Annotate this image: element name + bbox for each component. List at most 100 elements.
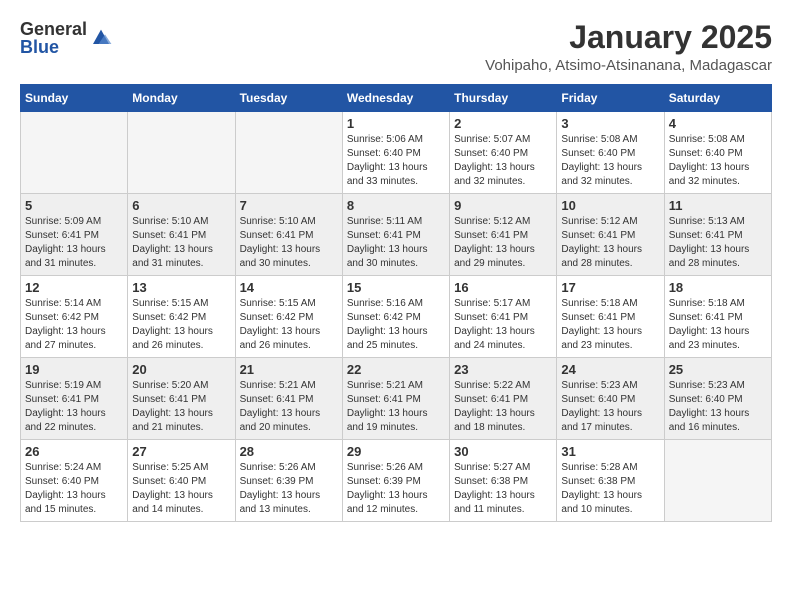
day-info: Sunrise: 5:07 AM Sunset: 6:40 PM Dayligh…: [454, 133, 552, 189]
calendar-cell: 17 Sunrise: 5:18 AM Sunset: 6:41 PM Dayli…: [557, 276, 664, 358]
calendar-cell: 15Sunrise: 5:16 AM Sunset: 6:42 PM Dayli…: [342, 276, 449, 358]
day-number: 3: [561, 116, 659, 131]
day-number: 13: [132, 280, 230, 295]
calendar-cell: 25 Sunrise: 5:23 AM Sunset: 6:40 PM Dayli…: [664, 358, 771, 440]
day-info: Sunrise: 5:08 AM Sunset: 6:40 PM Dayligh…: [561, 133, 659, 189]
day-number: 31: [561, 444, 659, 459]
day-number: 1: [347, 116, 445, 131]
day-info: Sunrise: 5:26 AM Sunset: 6:39 PM Dayligh…: [347, 461, 445, 517]
day-number: 9: [454, 198, 552, 213]
month-title: January 2025: [485, 20, 772, 55]
weekday-header-tuesday: Tuesday: [235, 85, 342, 112]
calendar-cell: 1 Sunrise: 5:06 AM Sunset: 6:40 PM Daylig…: [342, 112, 449, 194]
day-number: 24: [561, 362, 659, 377]
calendar-table: SundayMondayTuesdayWednesdayThursdayFrid…: [20, 84, 772, 522]
calendar-week-row: 1 Sunrise: 5:06 AM Sunset: 6:40 PM Daylig…: [21, 112, 772, 194]
weekday-header-thursday: Thursday: [450, 85, 557, 112]
day-info: Sunrise: 5:21 AM Sunset: 6:41 PM Dayligh…: [347, 379, 445, 435]
calendar-week-row: 12Sunrise: 5:14 AM Sunset: 6:42 PM Dayli…: [21, 276, 772, 358]
day-info: Sunrise: 5:11 AM Sunset: 6:41 PM Dayligh…: [347, 215, 445, 271]
calendar-cell: [235, 112, 342, 194]
calendar-cell: 10Sunrise: 5:12 AM Sunset: 6:41 PM Dayli…: [557, 194, 664, 276]
day-number: 14: [240, 280, 338, 295]
day-number: 22: [347, 362, 445, 377]
day-number: 2: [454, 116, 552, 131]
day-number: 17: [561, 280, 659, 295]
calendar-cell: 2 Sunrise: 5:07 AM Sunset: 6:40 PM Daylig…: [450, 112, 557, 194]
day-info: Sunrise: 5:12 AM Sunset: 6:41 PM Dayligh…: [454, 215, 552, 271]
day-info: Sunrise: 5:06 AM Sunset: 6:40 PM Dayligh…: [347, 133, 445, 189]
day-info: Sunrise: 5:23 AM Sunset: 6:40 PM Dayligh…: [669, 379, 767, 435]
day-info: Sunrise: 5:15 AM Sunset: 6:42 PM Dayligh…: [240, 297, 338, 353]
calendar-cell: 24 Sunrise: 5:23 AM Sunset: 6:40 PM Dayli…: [557, 358, 664, 440]
day-number: 16: [454, 280, 552, 295]
title-block: January 2025 Vohipaho, Atsimo-Atsinanana…: [485, 20, 772, 74]
logo-blue: Blue: [20, 38, 87, 56]
calendar-cell: 23Sunrise: 5:22 AM Sunset: 6:41 PM Dayli…: [450, 358, 557, 440]
calendar-cell: [128, 112, 235, 194]
day-number: 18: [669, 280, 767, 295]
calendar-cell: 28 Sunrise: 5:26 AM Sunset: 6:39 PM Dayli…: [235, 440, 342, 522]
weekday-header-sunday: Sunday: [21, 85, 128, 112]
weekday-header-saturday: Saturday: [664, 85, 771, 112]
day-info: Sunrise: 5:14 AM Sunset: 6:42 PM Dayligh…: [25, 297, 123, 353]
day-info: Sunrise: 5:25 AM Sunset: 6:40 PM Dayligh…: [132, 461, 230, 517]
day-number: 10: [561, 198, 659, 213]
day-info: Sunrise: 5:23 AM Sunset: 6:40 PM Dayligh…: [561, 379, 659, 435]
day-info: Sunrise: 5:27 AM Sunset: 6:38 PM Dayligh…: [454, 461, 552, 517]
location-subtitle: Vohipaho, Atsimo-Atsinanana, Madagascar: [485, 57, 772, 74]
calendar-cell: 3 Sunrise: 5:08 AM Sunset: 6:40 PM Daylig…: [557, 112, 664, 194]
calendar-cell: 29Sunrise: 5:26 AM Sunset: 6:39 PM Dayli…: [342, 440, 449, 522]
weekday-header-monday: Monday: [128, 85, 235, 112]
logo-icon: [89, 28, 113, 48]
day-info: Sunrise: 5:16 AM Sunset: 6:42 PM Dayligh…: [347, 297, 445, 353]
calendar-cell: 19 Sunrise: 5:19 AM Sunset: 6:41 PM Dayli…: [21, 358, 128, 440]
calendar-cell: [664, 440, 771, 522]
calendar-cell: 30Sunrise: 5:27 AM Sunset: 6:38 PM Dayli…: [450, 440, 557, 522]
day-number: 21: [240, 362, 338, 377]
day-info: Sunrise: 5:26 AM Sunset: 6:39 PM Dayligh…: [240, 461, 338, 517]
calendar-cell: 13 Sunrise: 5:15 AM Sunset: 6:42 PM Dayli…: [128, 276, 235, 358]
calendar-cell: 11Sunrise: 5:13 AM Sunset: 6:41 PM Dayli…: [664, 194, 771, 276]
day-number: 5: [25, 198, 123, 213]
page-header: General Blue January 2025 Vohipaho, Atsi…: [20, 20, 772, 74]
weekday-header-wednesday: Wednesday: [342, 85, 449, 112]
calendar-cell: 21Sunrise: 5:21 AM Sunset: 6:41 PM Dayli…: [235, 358, 342, 440]
logo: General Blue: [20, 20, 113, 56]
calendar-cell: 12Sunrise: 5:14 AM Sunset: 6:42 PM Dayli…: [21, 276, 128, 358]
calendar-cell: 7 Sunrise: 5:10 AM Sunset: 6:41 PM Daylig…: [235, 194, 342, 276]
day-info: Sunrise: 5:19 AM Sunset: 6:41 PM Dayligh…: [25, 379, 123, 435]
calendar-cell: 31 Sunrise: 5:28 AM Sunset: 6:38 PM Dayli…: [557, 440, 664, 522]
calendar-week-row: 19 Sunrise: 5:19 AM Sunset: 6:41 PM Dayli…: [21, 358, 772, 440]
day-number: 20: [132, 362, 230, 377]
day-number: 11: [669, 198, 767, 213]
day-number: 27: [132, 444, 230, 459]
day-info: Sunrise: 5:18 AM Sunset: 6:41 PM Dayligh…: [561, 297, 659, 353]
day-info: Sunrise: 5:18 AM Sunset: 6:41 PM Dayligh…: [669, 297, 767, 353]
calendar-cell: 18 Sunrise: 5:18 AM Sunset: 6:41 PM Dayli…: [664, 276, 771, 358]
day-info: Sunrise: 5:24 AM Sunset: 6:40 PM Dayligh…: [25, 461, 123, 517]
day-info: Sunrise: 5:10 AM Sunset: 6:41 PM Dayligh…: [132, 215, 230, 271]
day-number: 26: [25, 444, 123, 459]
day-info: Sunrise: 5:15 AM Sunset: 6:42 PM Dayligh…: [132, 297, 230, 353]
calendar-cell: 22 Sunrise: 5:21 AM Sunset: 6:41 PM Dayli…: [342, 358, 449, 440]
day-info: Sunrise: 5:09 AM Sunset: 6:41 PM Dayligh…: [25, 215, 123, 271]
day-number: 19: [25, 362, 123, 377]
day-number: 28: [240, 444, 338, 459]
calendar-week-row: 26 Sunrise: 5:24 AM Sunset: 6:40 PM Dayli…: [21, 440, 772, 522]
calendar-cell: 8Sunrise: 5:11 AM Sunset: 6:41 PM Daylig…: [342, 194, 449, 276]
calendar-cell: 27 Sunrise: 5:25 AM Sunset: 6:40 PM Dayli…: [128, 440, 235, 522]
logo-general: General: [20, 20, 87, 38]
day-info: Sunrise: 5:20 AM Sunset: 6:41 PM Dayligh…: [132, 379, 230, 435]
weekday-header-row: SundayMondayTuesdayWednesdayThursdayFrid…: [21, 85, 772, 112]
day-number: 4: [669, 116, 767, 131]
calendar-cell: 14 Sunrise: 5:15 AM Sunset: 6:42 PM Dayli…: [235, 276, 342, 358]
calendar-cell: 20 Sunrise: 5:20 AM Sunset: 6:41 PM Dayli…: [128, 358, 235, 440]
day-number: 7: [240, 198, 338, 213]
day-info: Sunrise: 5:08 AM Sunset: 6:40 PM Dayligh…: [669, 133, 767, 189]
day-number: 25: [669, 362, 767, 377]
day-info: Sunrise: 5:28 AM Sunset: 6:38 PM Dayligh…: [561, 461, 659, 517]
day-info: Sunrise: 5:10 AM Sunset: 6:41 PM Dayligh…: [240, 215, 338, 271]
calendar-cell: 9 Sunrise: 5:12 AM Sunset: 6:41 PM Daylig…: [450, 194, 557, 276]
day-number: 23: [454, 362, 552, 377]
